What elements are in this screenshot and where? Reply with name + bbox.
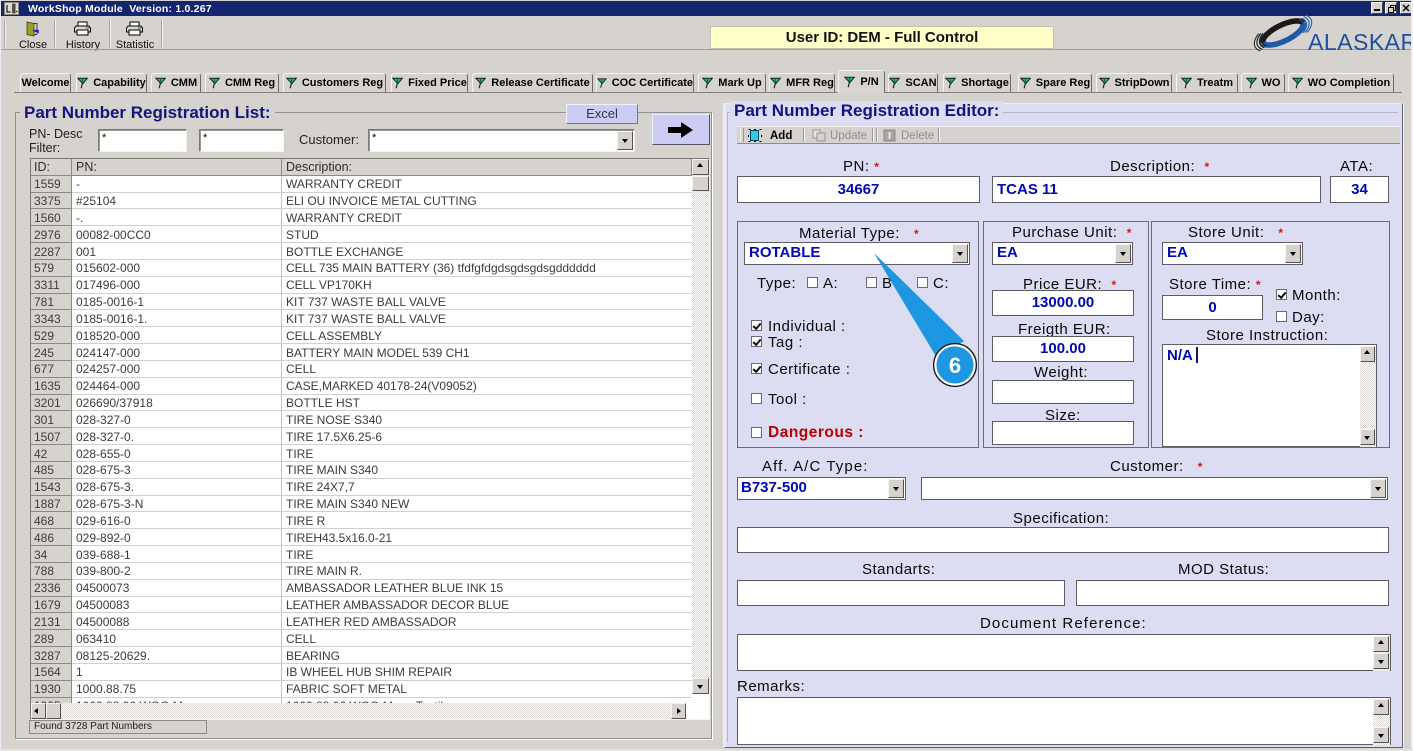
svg-text:ALASKAR: ALASKAR: [1308, 29, 1413, 55]
svg-text:6: 6: [949, 353, 961, 378]
